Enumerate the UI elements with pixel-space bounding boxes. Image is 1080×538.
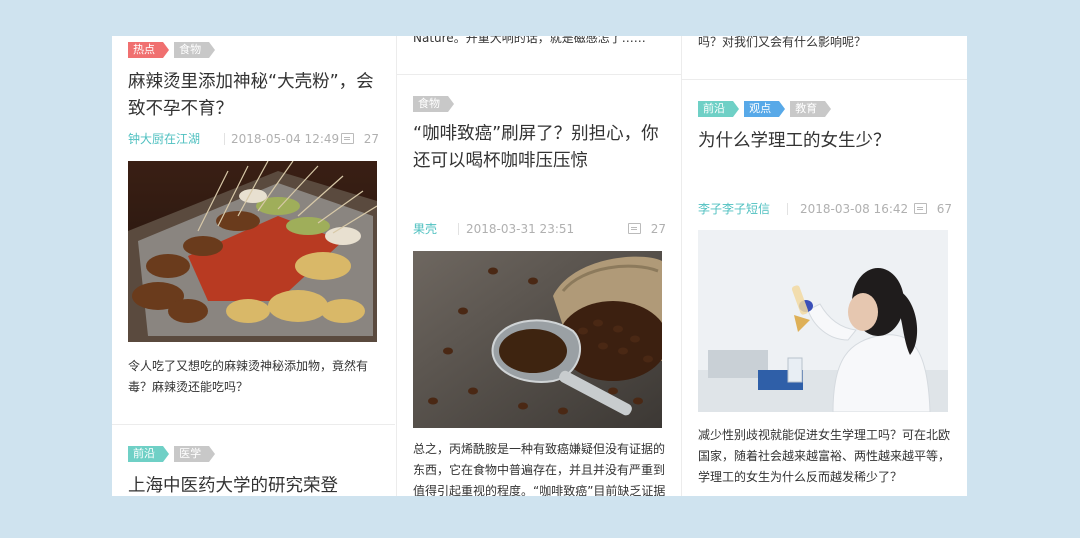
article-summary-partial: Nature。开重大响的话，就是磁感怎了…… — [413, 36, 646, 45]
article-summary-partial: 吗？对我们又会有什么影响呢？ — [698, 36, 867, 49]
article-title[interactable]: “咖啡致癌”刷屏了？别担心，你还可以喝杯咖啡压压惊 — [413, 121, 668, 175]
tag-food[interactable]: 食物 — [413, 96, 454, 112]
article-feed: 热点 食物 麻辣烫里添加神秘“大壳粉”，会致不孕不育？ 钟大厨在江湖 2018-… — [112, 36, 967, 496]
skewers-photo[interactable] — [128, 161, 377, 342]
tag-education[interactable]: 教育 — [790, 101, 832, 117]
article-card[interactable]: 前沿 医学 上海中医药大学的研究荣登 — [112, 425, 395, 496]
tag-frontier[interactable]: 前沿 — [698, 101, 739, 117]
tag-medicine[interactable]: 医学 — [174, 446, 216, 462]
publish-date: 2018-05-04 12:49 — [231, 132, 340, 146]
tag-list: 食物 — [413, 96, 454, 112]
author-link[interactable]: 果壳 — [413, 221, 437, 237]
tag-opinion[interactable]: 观点 — [744, 101, 786, 117]
comment-count-value: 67 — [936, 202, 952, 216]
lab-scientist-photo[interactable] — [698, 230, 948, 412]
article-card[interactable]: 热点 食物 麻辣烫里添加神秘“大壳粉”，会致不孕不育？ 钟大厨在江湖 2018-… — [112, 36, 395, 425]
publish-date: 2018-03-31 23:51 — [466, 222, 575, 236]
comment-icon — [913, 203, 927, 214]
article-meta: 钟大厨在江湖 2018-05-04 12:49 27 — [128, 131, 379, 147]
coffee-beans-photo-icon — [413, 251, 662, 428]
comment-count[interactable]: 27 — [627, 221, 666, 237]
article-title[interactable]: 麻辣烫里添加神秘“大壳粉”，会致不孕不育？ — [128, 69, 381, 123]
comment-icon — [627, 223, 641, 234]
lab-scientist-photo-icon — [698, 230, 948, 412]
tag-frontier[interactable]: 前沿 — [128, 446, 169, 462]
meta-divider — [787, 203, 788, 215]
skewers-photo-icon — [128, 161, 377, 342]
meta-divider — [458, 223, 459, 235]
tag-list: 前沿 观点 教育 — [698, 101, 832, 117]
article-summary: 总之，丙烯酰胺是一种有致癌嫌疑但没有证据的东西，它在食物中普遍存在，并且并没有严… — [413, 442, 666, 496]
article-meta: 果壳 2018-03-31 23:51 27 — [413, 221, 666, 237]
author-link[interactable]: 钟大厨在江湖 — [128, 131, 200, 147]
feed-column-2: Nature。开重大响的话，就是磁感怎了…… 食物 “咖啡致癌”刷屏了？别担心，… — [396, 36, 682, 496]
comment-icon — [340, 133, 354, 144]
tag-list: 前沿 医学 — [128, 446, 216, 462]
tag-list: 热点 食物 — [128, 42, 216, 58]
article-title[interactable]: 为什么学理工的女生少？ — [698, 128, 954, 155]
article-summary: 减少性别歧视就能促进女生学理工吗？可在北欧国家，随着社会越来越富裕、两性越来越平… — [698, 428, 951, 484]
comment-count[interactable]: 67 — [913, 201, 952, 217]
article-card[interactable]: 食物 “咖啡致癌”刷屏了？别担心，你还可以喝杯咖啡压压惊 果壳 2018-03-… — [397, 75, 682, 496]
tag-hot[interactable]: 热点 — [128, 42, 169, 58]
article-card-partial[interactable]: 吗？对我们又会有什么影响呢？ — [682, 36, 967, 80]
article-card-partial[interactable]: Nature。开重大响的话，就是磁感怎了…… — [397, 36, 682, 75]
comment-count[interactable]: 27 — [340, 131, 379, 147]
article-card[interactable]: 前沿 观点 教育 为什么学理工的女生少？ 李子李子短信 2018-03-08 1… — [682, 80, 967, 496]
article-title[interactable]: 上海中医药大学的研究荣登 — [128, 473, 381, 496]
publish-date: 2018-03-08 16:42 — [800, 202, 909, 216]
comment-count-value: 27 — [650, 222, 666, 236]
tag-food[interactable]: 食物 — [174, 42, 216, 58]
comment-count-value: 27 — [363, 132, 379, 146]
feed-column-3: 吗？对我们又会有什么影响呢？ 前沿 观点 教育 为什么学理工的女生少？ 李子李子… — [681, 36, 967, 496]
article-summary: 令人吃了又想吃的麻辣烫神秘添加物，竟然有毒？麻辣烫还能吃吗？ — [128, 359, 369, 394]
author-link[interactable]: 李子李子短信 — [698, 201, 770, 217]
feed-column-1: 热点 食物 麻辣烫里添加神秘“大壳粉”，会致不孕不育？ 钟大厨在江湖 2018-… — [112, 36, 395, 496]
coffee-beans-photo[interactable] — [413, 251, 662, 428]
article-meta: 李子李子短信 2018-03-08 16:42 67 — [698, 201, 952, 217]
meta-divider — [224, 133, 225, 145]
